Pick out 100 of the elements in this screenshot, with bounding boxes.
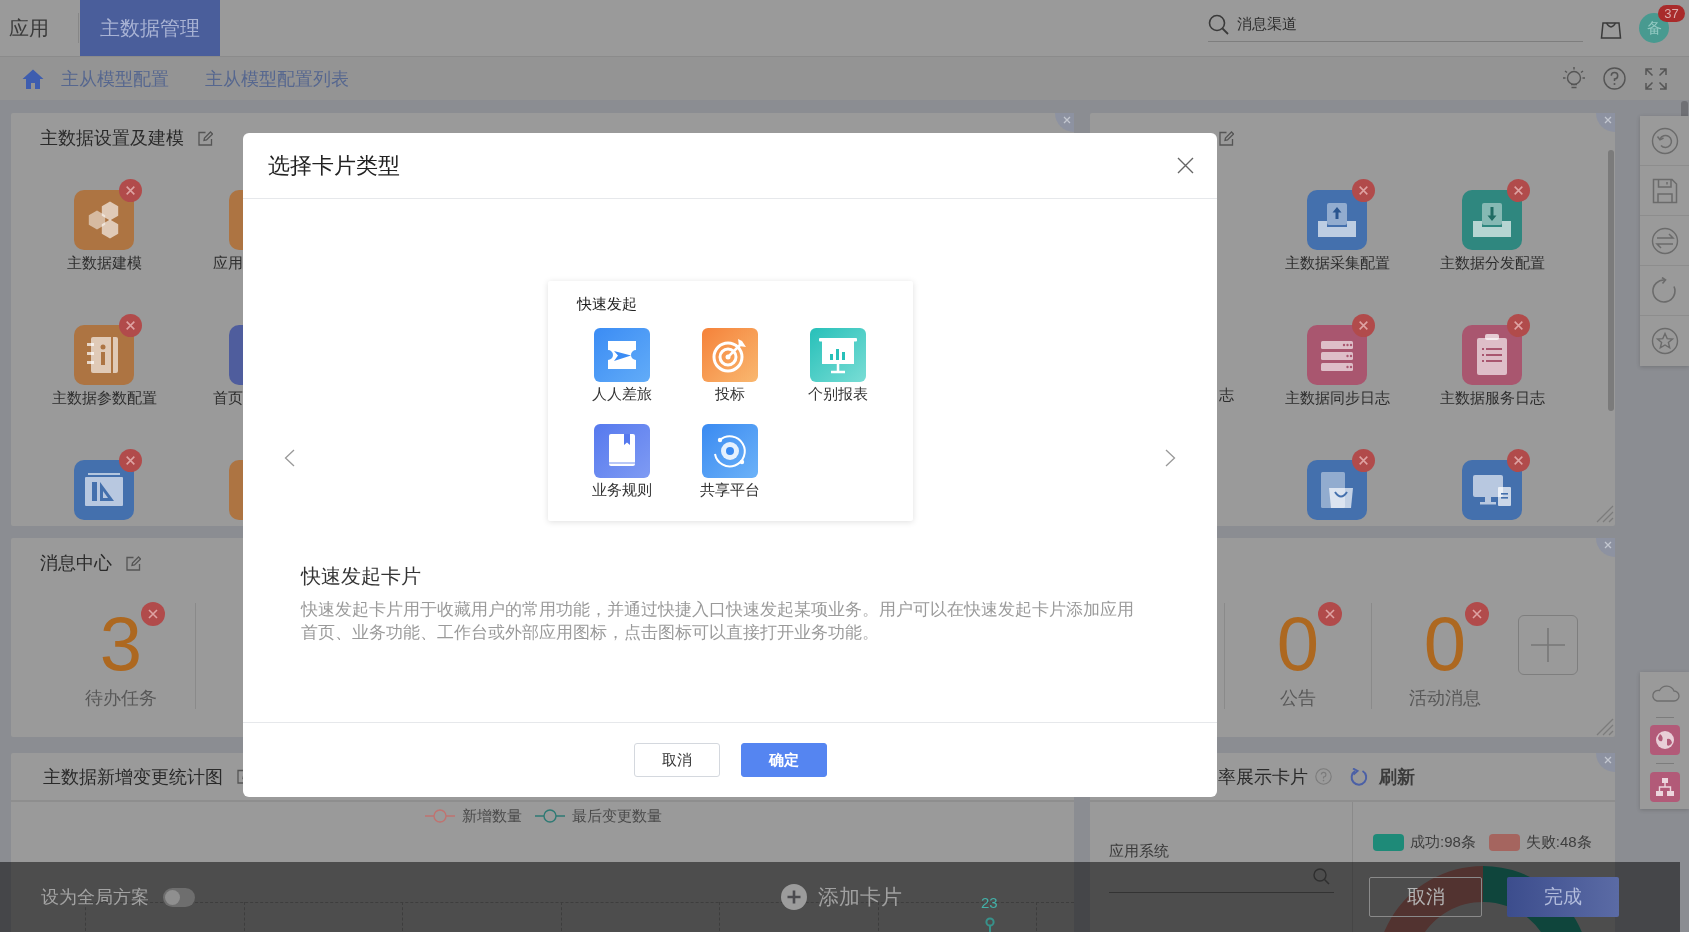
stat-count: 0 — [1276, 606, 1320, 682]
data-label: 23 — [981, 895, 998, 911]
cancel-button[interactable]: 取消 — [633, 743, 720, 777]
notification-badge: 37 — [1658, 5, 1685, 22]
app-label: 主数据建模 — [66, 253, 142, 273]
app-label: 投标 — [714, 385, 745, 404]
light-bulb-icon[interactable] — [1562, 66, 1586, 91]
app-label: 业务规则 — [591, 481, 652, 500]
target-icon[interactable] — [701, 328, 758, 382]
plus-circle-icon — [781, 884, 807, 910]
confirm-button[interactable]: 确定 — [740, 743, 827, 777]
ticket-plane-icon[interactable] — [593, 328, 650, 382]
clipboard-icon[interactable] — [1462, 325, 1522, 385]
app-label: 主数据参数配置 — [51, 388, 157, 408]
remove-icon[interactable] — [119, 314, 142, 337]
swap-icon[interactable] — [1650, 226, 1679, 255]
download-tray-icon[interactable] — [1462, 190, 1522, 250]
cancel-button[interactable]: 取消 — [1369, 877, 1482, 917]
globe-icon[interactable] — [1649, 725, 1680, 755]
home-icon[interactable] — [22, 68, 44, 89]
close-button[interactable] — [1596, 113, 1615, 132]
chevron-right-icon[interactable] — [1165, 449, 1176, 467]
remove-icon[interactable] — [1352, 449, 1375, 472]
remove-icon[interactable] — [141, 602, 166, 626]
breadcrumb-link[interactable]: 主从模型配置 — [61, 66, 169, 91]
refresh-icon[interactable] — [1650, 276, 1679, 305]
stat-label: 待办任务 — [85, 688, 157, 708]
close-button[interactable] — [1055, 113, 1074, 132]
app-label: 主数据分发配置 — [1439, 253, 1545, 273]
upload-tray-icon[interactable] — [1307, 190, 1367, 250]
remove-icon[interactable] — [1352, 179, 1375, 202]
card-title: 率展示卡片 — [1218, 765, 1308, 789]
app-label: 个别报表 — [807, 385, 868, 404]
chevron-left-icon[interactable] — [284, 449, 295, 467]
monitor-icon[interactable] — [1462, 460, 1522, 520]
refresh-button[interactable]: 刷新 — [1379, 764, 1415, 789]
dialog-title: 选择卡片类型 — [268, 151, 401, 180]
card-type-name: 快速发起卡片 — [301, 564, 421, 589]
remove-icon[interactable] — [1507, 314, 1530, 337]
stat-count: 3 — [99, 606, 143, 682]
stat-count: 0 — [1423, 606, 1467, 682]
remove-icon[interactable] — [119, 179, 142, 202]
fullscreen-icon[interactable] — [1645, 67, 1667, 90]
app-label: 应用 — [213, 253, 243, 273]
app-label: 主数据服务日志 — [1439, 388, 1545, 408]
orbit-icon[interactable] — [701, 424, 758, 478]
close-button[interactable] — [1596, 538, 1615, 557]
legend-label: 最后变更数量 — [572, 806, 662, 826]
stat-label: 公告 — [1280, 688, 1316, 708]
plus-icon — [1531, 628, 1565, 662]
presentation-chart-icon[interactable] — [809, 328, 866, 382]
search-field[interactable]: 消息渠道 — [1208, 8, 1583, 42]
scrollbar-thumb[interactable] — [1608, 150, 1614, 411]
info-book-icon[interactable] — [74, 325, 134, 385]
cubes-icon[interactable] — [74, 190, 134, 250]
help-icon[interactable] — [1603, 67, 1626, 90]
help-icon[interactable] — [1315, 768, 1332, 785]
close-button[interactable] — [1596, 753, 1615, 772]
remove-icon[interactable] — [1507, 179, 1530, 202]
app-label: 共享平台 — [699, 481, 760, 500]
add-button[interactable] — [1518, 615, 1578, 675]
legend-label: 成功:98条 — [1410, 832, 1476, 852]
nav-tab[interactable]: 主数据管理 — [80, 0, 220, 56]
app-icon[interactable] — [229, 460, 243, 520]
app-label: 志 — [1219, 386, 1234, 403]
add-card-button[interactable]: 添加卡片 — [781, 883, 902, 911]
refresh-icon[interactable] — [1350, 767, 1368, 786]
app-label: 首页 — [213, 388, 243, 408]
card-title: 主数据设置及建模 — [40, 127, 184, 150]
legend-label: 失败:48条 — [1525, 832, 1592, 852]
resize-handle-icon[interactable] — [1594, 503, 1614, 523]
ruler-icon[interactable] — [74, 460, 134, 520]
app-label: 主数据采集配置 — [1284, 253, 1390, 273]
add-card-label: 添加卡片 — [818, 884, 902, 910]
remove-icon[interactable] — [1507, 449, 1530, 472]
nav-tab[interactable]: 应用 — [0, 0, 78, 56]
remove-icon[interactable] — [1318, 602, 1343, 626]
card-title: 主数据新增变更统计图 — [43, 765, 223, 789]
app-icon[interactable] — [229, 190, 243, 250]
history-icon[interactable] — [1650, 126, 1679, 155]
resize-handle-icon[interactable] — [1594, 716, 1614, 736]
save-icon[interactable] — [1650, 176, 1679, 205]
server-list-icon[interactable] — [1307, 325, 1367, 385]
search-icon[interactable] — [1208, 14, 1229, 35]
remove-icon[interactable] — [1352, 314, 1375, 337]
app-label: 主数据同步日志 — [1284, 388, 1390, 408]
finish-button[interactable]: 完成 — [1507, 877, 1619, 917]
breadcrumb-link[interactable]: 主从模型配置列表 — [205, 66, 349, 91]
app-icon[interactable] — [229, 325, 243, 385]
org-chart-icon[interactable] — [1649, 772, 1680, 802]
app-label: 人人差旅 — [591, 385, 652, 404]
scrollbar-thumb[interactable] — [1681, 101, 1688, 116]
book-icon[interactable] — [593, 424, 650, 478]
close-icon[interactable] — [1177, 157, 1194, 174]
remove-icon[interactable] — [119, 449, 142, 472]
remove-icon[interactable] — [1465, 602, 1490, 626]
notebook-bag-icon[interactable] — [1307, 460, 1367, 520]
legend-label: 新增数量 — [462, 806, 522, 826]
data-point — [985, 917, 995, 932]
stat-label: 活动消息 — [1409, 688, 1481, 708]
